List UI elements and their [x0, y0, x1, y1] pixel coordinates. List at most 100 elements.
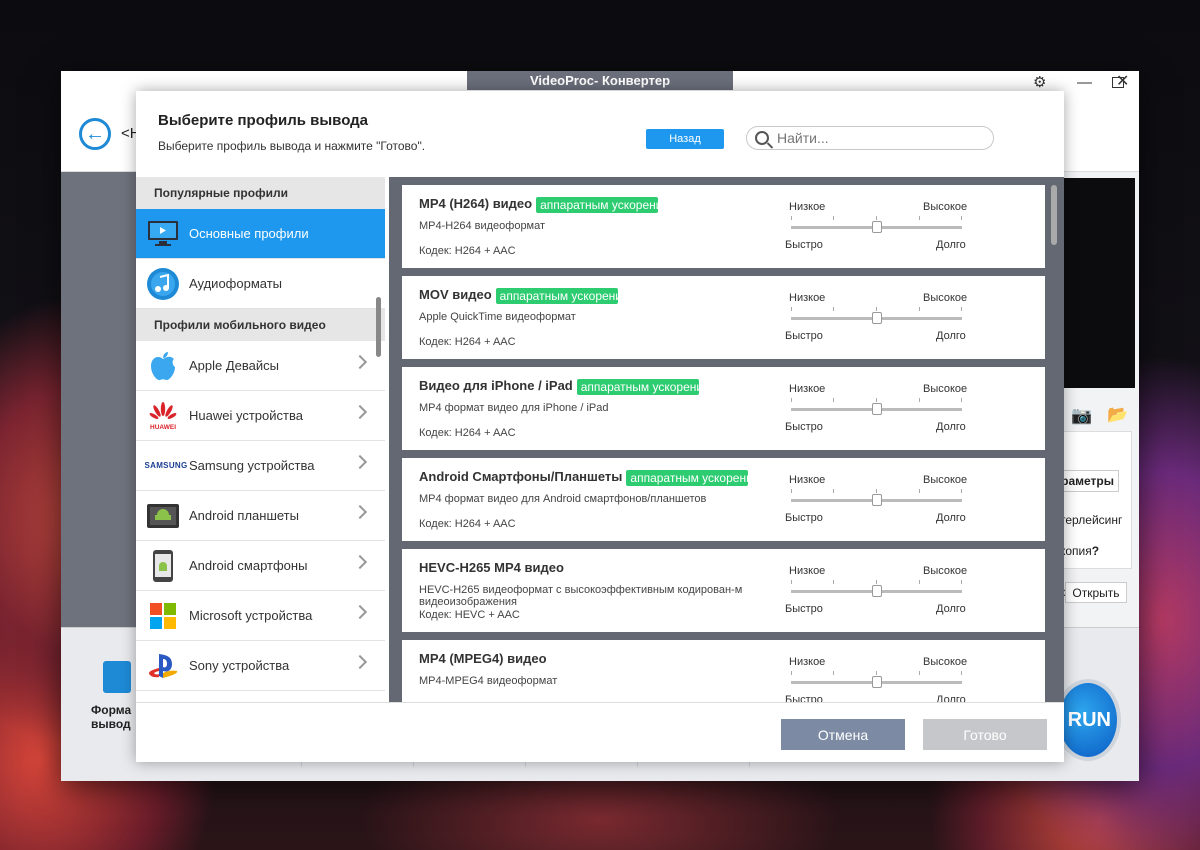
- sidebar-item-android-tablets[interactable]: Android планшеты: [136, 491, 385, 541]
- chevron-right-icon: [352, 504, 368, 520]
- sidebar-item-audio-formats[interactable]: Аудиоформаты: [136, 259, 385, 309]
- profile-title: MOV видео: [419, 287, 492, 302]
- sidebar-item-label: Android смартфоны: [189, 558, 308, 573]
- profile-card[interactable]: HEVC-H265 MP4 видео HEVC-H265 видеоформа…: [402, 549, 1045, 632]
- sidebar-item-label: Основные профили: [189, 226, 309, 241]
- search-box[interactable]: [746, 126, 994, 150]
- sidebar-scrollbar[interactable]: [376, 297, 381, 357]
- quality-low-label: Низкое: [789, 474, 826, 486]
- params-button[interactable]: раметры: [1055, 470, 1119, 492]
- speed-fast-label: Быстро: [785, 239, 823, 251]
- quality-slider[interactable]: [791, 580, 962, 597]
- sidebar-item-sony[interactable]: Sony устройства: [136, 641, 385, 691]
- profile-description: MP4 формат видео для Android смартфонов/…: [419, 493, 707, 505]
- sidebar-item-label: Аудиоформаты: [189, 276, 283, 291]
- speed-slow-label: Долго: [936, 421, 966, 433]
- profile-name: Android Смартфоны/Планшеты аппаратным уск…: [419, 469, 749, 486]
- quality-slider[interactable]: [791, 398, 962, 415]
- microsoft-icon: [146, 599, 180, 633]
- copy-label: копия?: [1060, 544, 1099, 558]
- slider-thumb[interactable]: [871, 494, 882, 506]
- chevron-right-icon: [352, 454, 368, 470]
- search-input[interactable]: [777, 130, 977, 146]
- quality-low-label: Низкое: [789, 565, 826, 577]
- output-format-icon[interactable]: [103, 661, 131, 693]
- profile-categories-sidebar: Популярные профили Основные профили Ауди…: [136, 177, 385, 702]
- speed-fast-label: Быстро: [785, 694, 823, 702]
- hw-acceleration-badge: аппаратным ускорени: [626, 469, 749, 486]
- chevron-right-icon: [352, 404, 368, 420]
- snapshot-camera-icon[interactable]: 📷: [1071, 406, 1092, 426]
- sidebar-item-android-phones[interactable]: Android смартфоны: [136, 541, 385, 591]
- quality-slider[interactable]: [791, 216, 962, 233]
- huawei-logo-text: HUAWEI: [150, 424, 176, 431]
- speed-fast-label: Быстро: [785, 603, 823, 615]
- done-button[interactable]: Готово: [923, 719, 1047, 750]
- deinterlace-label: терлейсинг: [1060, 513, 1123, 527]
- cancel-button[interactable]: Отмена: [781, 719, 905, 750]
- profile-list-scrollbar[interactable]: [1051, 185, 1057, 245]
- minimize-icon[interactable]: —: [1077, 74, 1092, 91]
- copy-text: копия: [1060, 544, 1092, 558]
- sidebar-item-label: Sony устройства: [189, 658, 290, 673]
- profile-description: MP4-MPEG4 видеоформат: [419, 675, 558, 687]
- sidebar-item-label: Samsung устройства: [189, 458, 315, 473]
- quality-slider[interactable]: [791, 307, 962, 324]
- profile-name: MP4 (MPEG4) видео: [419, 651, 547, 666]
- apple-icon: [146, 349, 180, 383]
- quality-high-label: Высокое: [923, 201, 968, 213]
- quality-high-label: Высокое: [923, 383, 968, 395]
- back-arrow-icon[interactable]: ←: [79, 118, 111, 150]
- profile-codec: Кодек: H264 + AAC: [419, 336, 516, 348]
- close-icon[interactable]: ✕: [1116, 73, 1129, 90]
- open-button[interactable]: Открыть: [1065, 582, 1127, 603]
- hw-acceleration-badge: аппаратным ускорени: [495, 287, 618, 304]
- chevron-right-icon: [352, 354, 368, 370]
- sidebar-item-microsoft[interactable]: Microsoft устройства: [136, 591, 385, 641]
- monitor-icon: [146, 217, 180, 251]
- profile-card[interactable]: MP4 (H264) видео аппаратным ускорени MP4-…: [402, 185, 1045, 268]
- quality-slider[interactable]: [791, 489, 962, 506]
- profile-card[interactable]: Видео для iPhone / iPad аппаратным ускоре…: [402, 367, 1045, 450]
- profile-description: HEVC-H265 видеоформат с высокоэффективны…: [419, 584, 743, 608]
- slider-thumb[interactable]: [871, 403, 882, 415]
- sidebar-item-basic-profiles[interactable]: Основные профили: [136, 209, 385, 259]
- quality-low-label: Низкое: [789, 656, 826, 668]
- sidebar-item-huawei[interactable]: HUAWEI Huawei устройства: [136, 391, 385, 441]
- back-button[interactable]: Назад: [646, 129, 724, 149]
- video-preview: [1060, 178, 1135, 388]
- run-button[interactable]: RUN: [1055, 679, 1121, 761]
- slider-thumb[interactable]: [871, 676, 882, 688]
- sidebar-item-samsung[interactable]: SAMSUNG Samsung устройства: [136, 441, 385, 491]
- android-tablet-icon: [146, 499, 180, 533]
- profile-title: MP4 (H264) видео: [419, 196, 533, 211]
- chevron-right-icon: [352, 654, 368, 670]
- mobile-profiles-header: Профили мобильного видео: [136, 309, 385, 341]
- help-icon[interactable]: ?: [1092, 544, 1099, 558]
- playstation-icon: [146, 649, 180, 683]
- profile-card[interactable]: MOV видео аппаратным ускорени Apple Quick…: [402, 276, 1045, 359]
- speed-fast-label: Быстро: [785, 330, 823, 342]
- sidebar-item-label: Apple Девайсы: [189, 358, 279, 373]
- slider-thumb[interactable]: [871, 585, 882, 597]
- settings-gear-icon[interactable]: ⚙: [1033, 74, 1046, 91]
- popular-profiles-header: Популярные профили: [136, 177, 385, 209]
- hw-acceleration-badge: аппаратным ускорени: [576, 378, 699, 395]
- profile-title: MP4 (MPEG4) видео: [419, 651, 547, 666]
- sidebar-item-apple[interactable]: Apple Девайсы: [136, 341, 385, 391]
- quality-slider[interactable]: [791, 671, 962, 688]
- output-profile-dialog: Выберите профиль вывода Выберите профиль…: [136, 91, 1064, 762]
- quality-high-label: Высокое: [923, 292, 968, 304]
- profile-codec: Кодек: H264 + AAC: [419, 518, 516, 530]
- profile-description: MP4 формат видео для iPhone / iPad: [419, 402, 609, 414]
- output-format-label: Форма вывод: [91, 703, 132, 731]
- speed-slow-label: Долго: [936, 603, 966, 615]
- quality-high-label: Высокое: [923, 474, 968, 486]
- profile-card[interactable]: MP4 (MPEG4) видео MP4-MPEG4 видеоформат …: [402, 640, 1045, 702]
- chevron-right-icon: [352, 604, 368, 620]
- slider-thumb[interactable]: [871, 221, 882, 233]
- hw-acceleration-badge: аппаратным ускорени: [536, 196, 659, 213]
- profile-card[interactable]: Android Смартфоны/Планшеты аппаратным уск…: [402, 458, 1045, 541]
- slider-thumb[interactable]: [871, 312, 882, 324]
- open-folder-icon[interactable]: 📂: [1107, 405, 1128, 425]
